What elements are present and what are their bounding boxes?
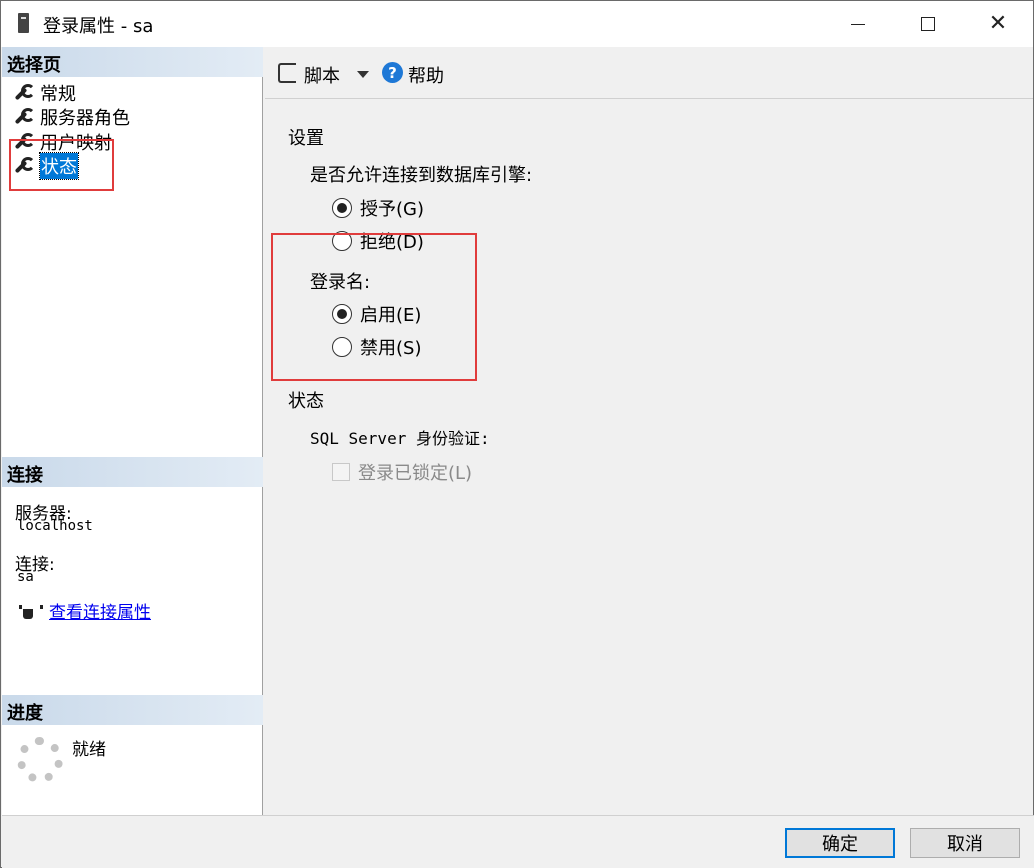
progress-status: 就绪 bbox=[72, 740, 106, 760]
db-engine-question: 是否允许连接到数据库引擎: bbox=[310, 165, 533, 186]
connection-value: sa bbox=[17, 569, 34, 585]
toolbar: 脚本 ? 帮助 bbox=[265, 47, 1033, 99]
window-title: 登录属性 - sa bbox=[43, 16, 154, 37]
view-connection-properties-link[interactable]: 查看连接属性 bbox=[49, 598, 151, 623]
settings-content: 设置 是否允许连接到数据库引擎: 授予(G) 拒绝(D) 登录名: 启用(E) … bbox=[265, 101, 1033, 815]
highlight-box-status-page bbox=[9, 139, 114, 191]
help-icon[interactable]: ? bbox=[382, 62, 403, 83]
help-button[interactable]: 帮助 bbox=[408, 62, 444, 88]
page-item-server-roles[interactable]: 服务器角色 bbox=[12, 105, 130, 129]
progress-spinner-icon bbox=[17, 737, 63, 783]
grant-label: 授予(G) bbox=[360, 199, 424, 220]
sql-auth-label: SQL Server 身份验证: bbox=[310, 429, 490, 448]
wrench-icon bbox=[12, 83, 35, 103]
page-item-label: 常规 bbox=[40, 84, 76, 105]
plug-icon bbox=[17, 601, 43, 621]
connection-header: 连接 bbox=[2, 457, 263, 487]
login-properties-dialog: 登录属性 - sa ✕ 选择页 常规 服务器角色 用户映射 状态 连接 服务器:… bbox=[0, 0, 1034, 868]
maximize-button[interactable] bbox=[893, 1, 963, 47]
page-item-label: 服务器角色 bbox=[40, 108, 130, 129]
script-button[interactable]: 脚本 bbox=[304, 62, 340, 88]
page-item-general[interactable]: 常规 bbox=[12, 81, 76, 105]
view-connection-properties[interactable]: 查看连接属性 bbox=[17, 598, 151, 623]
settings-section-title: 设置 bbox=[288, 128, 324, 149]
chevron-down-icon[interactable] bbox=[357, 71, 369, 78]
minimize-button[interactable] bbox=[823, 1, 893, 47]
server-icon bbox=[18, 13, 29, 33]
title-bar: 登录属性 - sa ✕ bbox=[1, 1, 1033, 47]
login-locked-label: 登录已锁定(L) bbox=[358, 463, 473, 484]
login-locked-option: 登录已锁定(L) bbox=[332, 459, 472, 485]
grant-radio-option[interactable]: 授予(G) bbox=[332, 195, 424, 221]
close-button[interactable]: ✕ bbox=[963, 1, 1033, 47]
right-panel: 脚本 ? 帮助 设置 是否允许连接到数据库引擎: 授予(G) 拒绝(D) 登录名… bbox=[265, 47, 1033, 815]
server-value: localhost bbox=[17, 518, 93, 534]
dialog-footer: 确定 取消 bbox=[2, 815, 1034, 868]
highlight-box-login-options bbox=[271, 233, 477, 381]
cancel-button[interactable]: 取消 bbox=[910, 828, 1020, 858]
close-icon: ✕ bbox=[988, 11, 1008, 36]
login-locked-checkbox bbox=[332, 463, 350, 481]
grant-radio[interactable] bbox=[332, 198, 352, 218]
status-section-title: 状态 bbox=[288, 391, 324, 412]
maximize-icon bbox=[921, 17, 935, 31]
progress-header: 进度 bbox=[2, 695, 263, 725]
wrench-icon bbox=[12, 107, 35, 127]
select-page-header: 选择页 bbox=[2, 47, 263, 77]
script-icon[interactable] bbox=[278, 63, 296, 83]
minimize-icon bbox=[851, 23, 865, 25]
ok-button[interactable]: 确定 bbox=[785, 828, 895, 858]
